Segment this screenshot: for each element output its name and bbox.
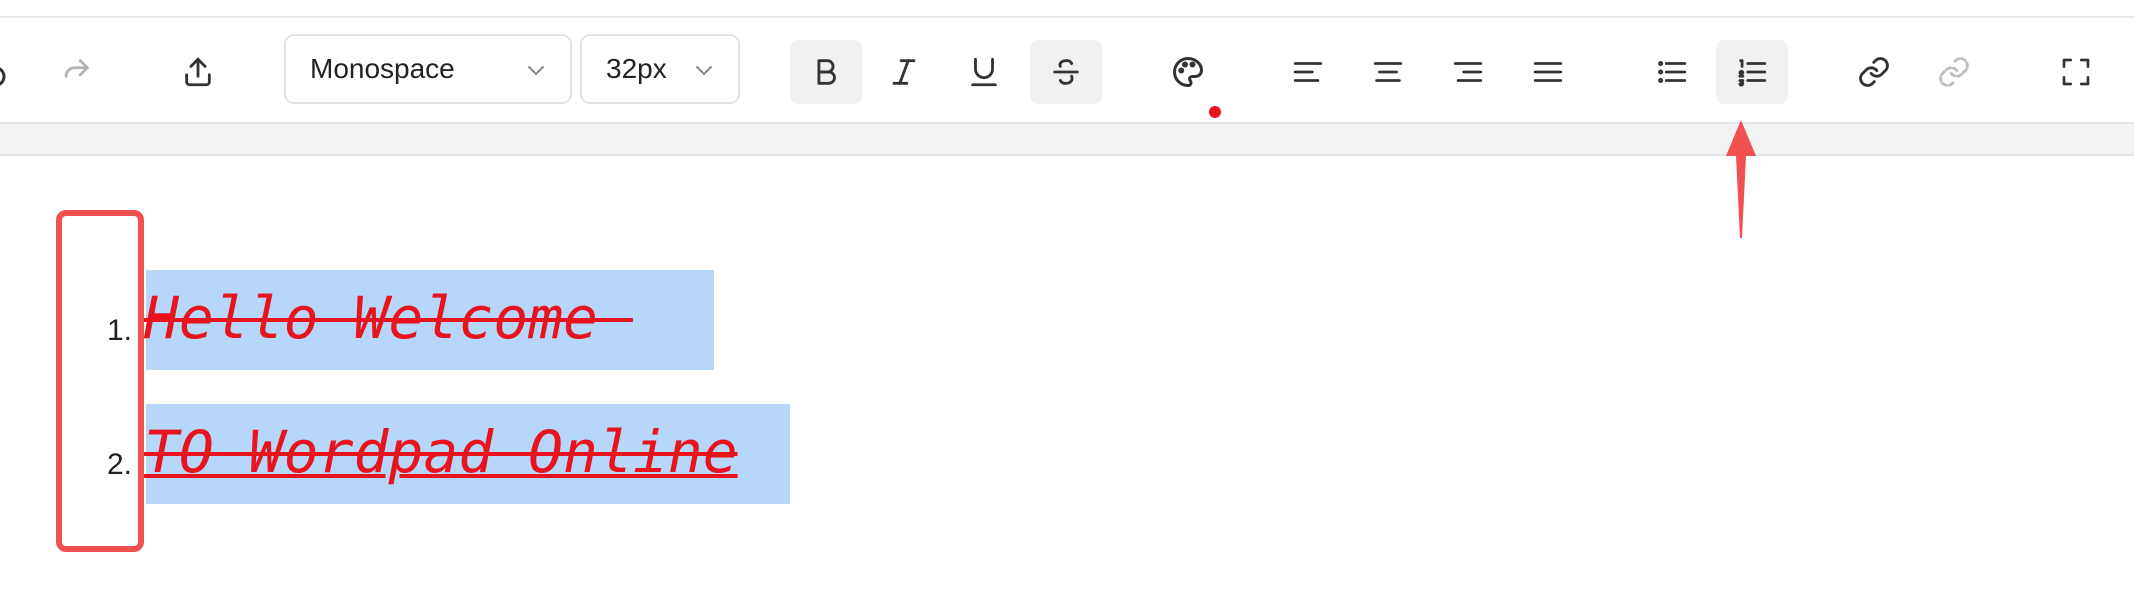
font-size-select[interactable]: 32px <box>580 34 740 104</box>
align-justify-button[interactable] <box>1512 40 1584 104</box>
text-color-button[interactable] <box>1152 40 1224 104</box>
align-left-button[interactable] <box>1272 40 1344 104</box>
unlink-button[interactable] <box>1918 40 1990 104</box>
fullscreen-icon <box>2062 58 2090 86</box>
list-item-text[interactable]: Hello Welcome <box>144 284 633 352</box>
bullet-list-icon <box>1658 60 1687 84</box>
align-justify-icon <box>1533 62 1563 82</box>
font-size-value: 32px <box>606 53 667 84</box>
fullscreen-button[interactable] <box>2040 40 2112 104</box>
unlink-icon <box>1939 57 1969 87</box>
list-numbers-highlight-box <box>56 210 144 552</box>
font-family-value: Monospace <box>310 53 455 84</box>
align-center-icon <box>1373 62 1403 82</box>
export-button[interactable] <box>162 40 234 104</box>
strikethrough-icon <box>1053 59 1079 85</box>
underline-button[interactable] <box>948 40 1020 104</box>
link-icon <box>1859 57 1889 87</box>
annotation-arrow-icon <box>1726 120 1756 238</box>
list-item-text[interactable]: TO Wordpad Online <box>144 418 738 486</box>
upload-icon <box>185 57 211 87</box>
ordered-list-icon <box>1738 59 1767 87</box>
undo-icon <box>0 67 6 86</box>
palette-icon <box>1173 57 1203 87</box>
redo-icon <box>64 59 89 78</box>
chevron-down-icon <box>528 66 544 75</box>
ordered-list-button[interactable] <box>1716 40 1788 104</box>
document-editor[interactable] <box>0 156 2134 606</box>
bold-icon <box>817 59 836 85</box>
redo-button[interactable] <box>40 40 112 104</box>
editor-toolbar: Monospace 32px <box>0 18 2134 122</box>
chevron-down-icon <box>696 66 712 75</box>
underline-icon <box>971 57 997 87</box>
ruler-band <box>0 122 2134 156</box>
link-button[interactable] <box>1838 40 1910 104</box>
strikethrough-button[interactable] <box>1030 40 1102 104</box>
font-family-select[interactable]: Monospace <box>284 34 572 104</box>
undo-button[interactable] <box>0 40 28 104</box>
align-left-icon <box>1293 62 1323 82</box>
align-center-button[interactable] <box>1352 40 1424 104</box>
italic-button[interactable] <box>868 40 940 104</box>
bullet-list-button[interactable] <box>1636 40 1708 104</box>
bold-button[interactable] <box>790 40 862 104</box>
text-color-indicator <box>1209 106 1221 118</box>
italic-icon <box>892 59 916 85</box>
align-right-icon <box>1453 62 1483 82</box>
align-right-button[interactable] <box>1432 40 1504 104</box>
